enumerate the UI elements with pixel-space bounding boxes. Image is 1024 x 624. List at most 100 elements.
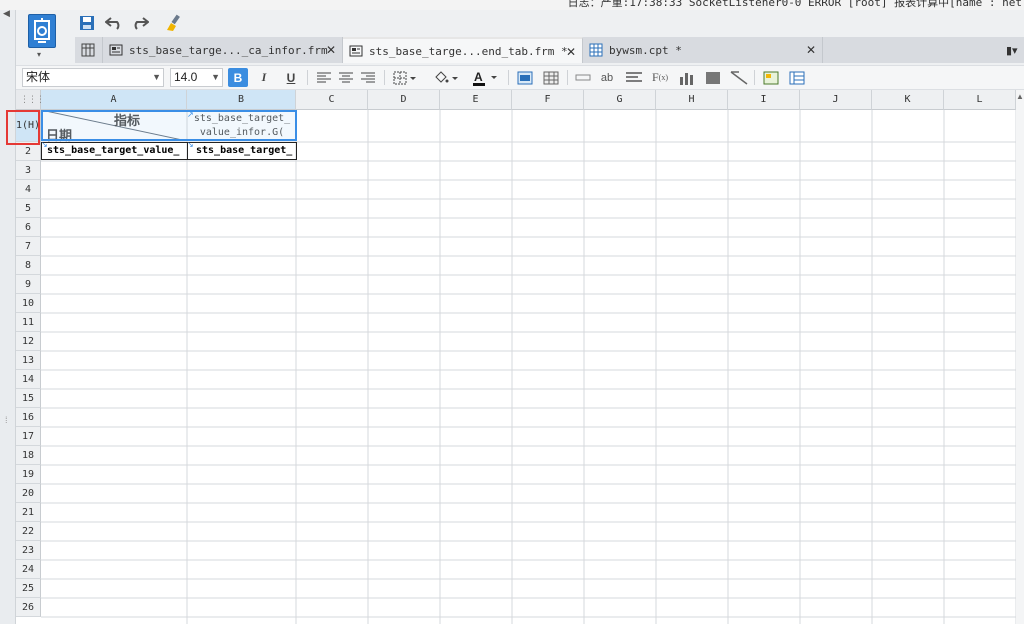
cell-b2[interactable]: sts_base_target_ bbox=[187, 142, 297, 160]
expand-down-icon: ↘ bbox=[187, 140, 194, 149]
close-icon[interactable]: ✕ bbox=[566, 45, 576, 59]
image-icon[interactable] bbox=[703, 68, 723, 87]
separator bbox=[754, 70, 755, 85]
form-icon bbox=[349, 44, 363, 58]
selection-rectangle bbox=[41, 110, 297, 141]
row-header-8[interactable]: 8 bbox=[16, 256, 41, 275]
align-right-icon[interactable] bbox=[358, 68, 378, 87]
italic-button[interactable]: I bbox=[254, 68, 274, 87]
row-header-19[interactable]: 19 bbox=[16, 465, 41, 484]
row-header-15[interactable]: 15 bbox=[16, 389, 41, 408]
log-strip: 日志：严重:17:38:33 SocketListener0-0 ERROR [… bbox=[0, 0, 1024, 10]
column-header-e[interactable]: E bbox=[440, 90, 512, 110]
row-header-23[interactable]: 23 bbox=[16, 541, 41, 560]
column-header-i[interactable]: I bbox=[728, 90, 800, 110]
scroll-up-icon[interactable]: ▲ bbox=[1016, 92, 1024, 101]
fill-color-icon[interactable] bbox=[431, 68, 461, 87]
rich-text-icon[interactable] bbox=[624, 68, 644, 87]
row-header-6[interactable]: 6 bbox=[16, 218, 41, 237]
column-header-k[interactable]: K bbox=[872, 90, 944, 110]
tab-ca-infor[interactable]: sts_base_targe..._ca_infor.frm ✕ bbox=[103, 37, 343, 63]
row-header-22[interactable]: 22 bbox=[16, 522, 41, 541]
row-header-12[interactable]: 12 bbox=[16, 332, 41, 351]
row-header-24[interactable]: 24 bbox=[16, 560, 41, 579]
column-header-j[interactable]: J bbox=[800, 90, 872, 110]
insert-row-icon[interactable] bbox=[515, 68, 535, 87]
report-block-icon[interactable] bbox=[787, 68, 807, 87]
separator bbox=[567, 70, 568, 85]
log-text: 日志：严重:17:38:33 SocketListener0-0 ERROR [… bbox=[567, 0, 1022, 9]
cell-a2[interactable]: sts_base_target_value_ bbox=[41, 142, 188, 160]
row-header-21[interactable]: 21 bbox=[16, 503, 41, 522]
row-header-3[interactable]: 3 bbox=[16, 161, 41, 180]
merge-icon[interactable] bbox=[573, 68, 593, 87]
row-header-20[interactable]: 20 bbox=[16, 484, 41, 503]
tab-bywsm[interactable]: bywsm.cpt * ✕ bbox=[583, 37, 823, 63]
row-header-25[interactable]: 25 bbox=[16, 579, 41, 598]
border-icon[interactable] bbox=[390, 68, 420, 87]
column-header-l[interactable]: L bbox=[944, 90, 1016, 110]
column-header-b[interactable]: B bbox=[187, 90, 296, 110]
column-header-g[interactable]: G bbox=[584, 90, 656, 110]
bold-button[interactable]: B bbox=[228, 68, 248, 87]
column-header-h[interactable]: H bbox=[656, 90, 728, 110]
left-gutter bbox=[0, 10, 16, 624]
freeze-icon[interactable] bbox=[541, 68, 561, 87]
separator bbox=[307, 70, 308, 85]
grid-lines bbox=[41, 110, 1016, 624]
vertical-scrollbar[interactable] bbox=[1016, 90, 1024, 624]
expand-right-icon: ↗ bbox=[187, 110, 194, 119]
tab-label: sts_base_targe..._ca_infor.frm bbox=[129, 43, 328, 57]
font-family-select[interactable]: 宋体 ▼ bbox=[22, 68, 164, 87]
row-header-18[interactable]: 18 bbox=[16, 446, 41, 465]
designer-window: 日志：严重:17:38:33 SocketListener0-0 ERROR [… bbox=[0, 0, 1024, 624]
tab-list-icon[interactable] bbox=[75, 37, 103, 63]
logo-dropdown-icon[interactable]: ▾ bbox=[37, 50, 41, 59]
row-header-10[interactable]: 10 bbox=[16, 294, 41, 313]
row-header-17[interactable]: 17 bbox=[16, 427, 41, 446]
row-header-5[interactable]: 5 bbox=[16, 199, 41, 218]
close-icon[interactable]: ✕ bbox=[806, 43, 816, 57]
save-icon[interactable] bbox=[77, 13, 97, 33]
collapse-arrow-icon[interactable]: ◀ bbox=[3, 8, 10, 19]
tab-label: bywsm.cpt * bbox=[609, 43, 682, 57]
designer-logo-icon[interactable] bbox=[28, 14, 56, 48]
tab-menu-icon[interactable]: ▮▾ bbox=[1006, 44, 1018, 57]
chevron-down-icon: ▼ bbox=[152, 72, 161, 82]
column-header-d[interactable]: D bbox=[368, 90, 440, 110]
tab-end-tab[interactable]: sts_base_targe...end_tab.frm * ✕ bbox=[343, 37, 583, 63]
row-header-11[interactable]: 11 bbox=[16, 313, 41, 332]
row-header-7[interactable]: 7 bbox=[16, 237, 41, 256]
redo-icon[interactable] bbox=[130, 13, 150, 33]
align-center-icon[interactable] bbox=[336, 68, 356, 87]
font-color-icon[interactable]: A bbox=[470, 68, 500, 87]
underline-button[interactable]: U bbox=[281, 68, 301, 87]
resize-grip-icon[interactable]: ⁞ bbox=[5, 415, 8, 425]
row-header-13[interactable]: 13 bbox=[16, 351, 41, 370]
tab-label: sts_base_targe...end_tab.frm * bbox=[369, 44, 568, 58]
font-family-value: 宋体 bbox=[26, 70, 51, 84]
clear-format-icon[interactable] bbox=[164, 13, 184, 33]
row-header-26[interactable]: 26 bbox=[16, 598, 41, 617]
font-size-select[interactable]: 14.0 ▼ bbox=[170, 68, 223, 87]
column-header-a[interactable]: A bbox=[41, 90, 187, 110]
text-cell-icon[interactable]: ab bbox=[597, 68, 617, 87]
row-header-16[interactable]: 16 bbox=[16, 408, 41, 427]
svg-text:A: A bbox=[474, 70, 483, 84]
chart-icon[interactable] bbox=[677, 68, 697, 87]
row-header-9[interactable]: 9 bbox=[16, 275, 41, 294]
sub-report-icon[interactable] bbox=[761, 68, 781, 87]
undo-icon[interactable] bbox=[104, 13, 124, 33]
expand-down-icon: ↘ bbox=[41, 140, 48, 149]
report-icon bbox=[589, 43, 603, 57]
column-header-c[interactable]: C bbox=[296, 90, 368, 110]
slash-icon[interactable] bbox=[729, 68, 749, 87]
row-header-4[interactable]: 4 bbox=[16, 180, 41, 199]
chevron-down-icon: ▼ bbox=[211, 72, 220, 82]
row-header-14[interactable]: 14 bbox=[16, 370, 41, 389]
close-icon[interactable]: ✕ bbox=[326, 43, 336, 57]
column-header-f[interactable]: F bbox=[512, 90, 584, 110]
formula-icon[interactable]: F (x) bbox=[650, 68, 670, 87]
form-icon bbox=[109, 43, 123, 57]
align-left-icon[interactable] bbox=[314, 68, 334, 87]
